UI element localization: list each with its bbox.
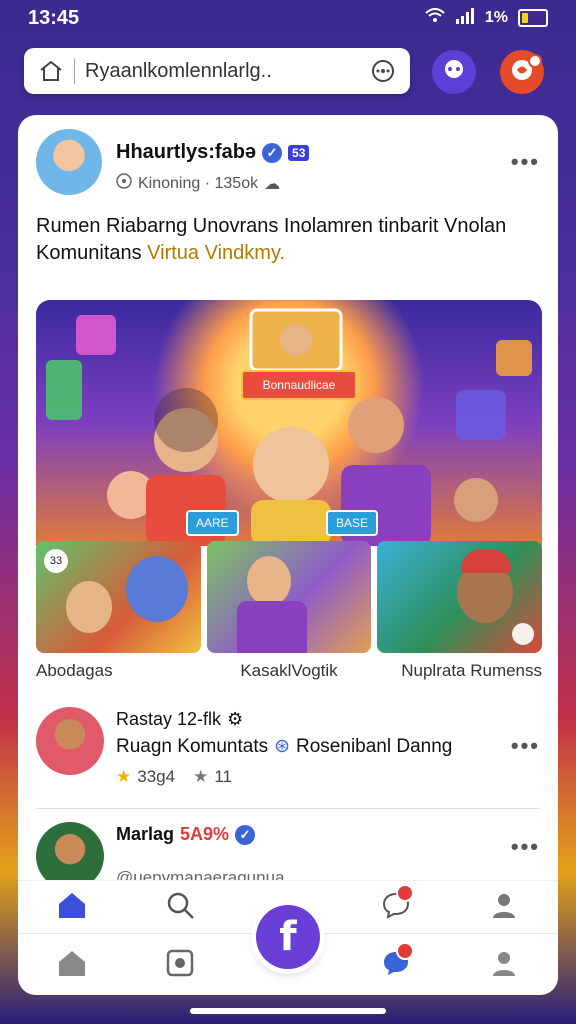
comment-author[interactable]: Marlag 5A9% ✓: [116, 824, 256, 845]
author-name[interactable]: Hhaurtlys:fabǝ ✓ 53: [116, 141, 310, 164]
nav-home[interactable]: [42, 890, 102, 925]
thumbnail[interactable]: [377, 541, 543, 653]
signal-icon: [455, 7, 475, 29]
hero-banner: Bonnaudlicae: [241, 370, 357, 400]
comment-body: Ruagn Komuntats: [116, 735, 269, 757]
post-text-highlight[interactable]: Virtua Vindkmy.: [147, 242, 285, 264]
nav-search[interactable]: [150, 890, 210, 925]
hero-image[interactable]: Bonnaudlicae AARE BASE: [36, 300, 542, 546]
home-icon: [56, 948, 88, 983]
mention-icon: ⊛: [274, 736, 291, 757]
comment-author-text: Rastay 12-flk: [116, 709, 222, 729]
thumbnail-row: 33: [36, 541, 543, 653]
comment-mention[interactable]: Rosenibanl Danng: [296, 736, 452, 758]
star-icon: ★: [116, 767, 132, 786]
star-outline-icon: ★: [193, 767, 209, 786]
clock: 13:45: [28, 6, 80, 29]
home-indicator[interactable]: [190, 1008, 386, 1014]
feed-card: Hhaurtlys:fabǝ ✓ 53 Kinoning · 135ok ☁ •…: [18, 115, 558, 995]
thumbnail[interactable]: [206, 541, 372, 653]
wifi-icon: [425, 7, 445, 29]
notifications-button[interactable]: [500, 50, 544, 94]
nav-video[interactable]: [150, 948, 210, 983]
author-tag: 53: [288, 144, 310, 161]
verified-icon: ✓: [262, 142, 283, 163]
share-count[interactable]: ★ 11: [193, 767, 232, 787]
thumbnail-caption[interactable]: KasaklVogtik: [205, 661, 374, 681]
thumbnail-caption[interactable]: Abodagas: [36, 661, 205, 681]
post-meta-text: Kinoning · 135ok: [138, 174, 259, 192]
post-meta: Kinoning · 135ok ☁: [116, 173, 280, 194]
hero-label-left: AARE: [186, 510, 239, 536]
search-bar[interactable]: Ryaanlkomlennlarlg..: [24, 48, 410, 94]
more-options-icon[interactable]: •••: [511, 733, 540, 759]
nav-profile[interactable]: [474, 890, 534, 925]
notification-badge: [528, 54, 542, 68]
profile-icon: [489, 890, 519, 925]
notification-badge: [396, 883, 414, 902]
divider: [74, 58, 75, 84]
author-name-text: Hhaurtlys:fabǝ: [116, 141, 257, 163]
thumbnail[interactable]: 33: [36, 541, 201, 653]
video-icon: [512, 623, 535, 645]
home-icon[interactable]: [38, 59, 64, 83]
thumbnail-captions: Abodagas KasaklVogtik Nuplrata Rumenss: [36, 661, 542, 681]
comment-author[interactable]: Rastay 12-flk ⚙: [116, 709, 243, 730]
avatar[interactable]: [36, 129, 102, 195]
battery-icon: [518, 9, 548, 27]
more-options-icon[interactable]: •••: [511, 834, 540, 860]
nav-comments[interactable]: [366, 883, 426, 925]
camera-icon[interactable]: [370, 58, 396, 84]
like-count[interactable]: ★ 33g4: [116, 767, 175, 787]
home-icon: [56, 890, 88, 925]
post-text: Rumen Riabarng Unovrans Inolamren tinbar…: [36, 213, 536, 267]
comment-stats: ★ 33g4 ★ 11: [116, 767, 232, 787]
status-icons: 1%: [425, 7, 548, 29]
search-input[interactable]: Ryaanlkomlennlarlg..: [85, 60, 360, 83]
comment-author-badge: 5A9%: [180, 824, 230, 844]
settings-icon: ⚙: [227, 709, 244, 729]
nav-messages[interactable]: [366, 941, 426, 983]
nav-account[interactable]: [474, 948, 534, 983]
post-header: Hhaurtlys:fabǝ ✓ 53 Kinoning · 135ok ☁ •…: [36, 129, 540, 199]
messenger-button[interactable]: [432, 50, 476, 94]
battery-label: 1%: [484, 9, 508, 26]
verified-icon: ✓: [235, 824, 256, 845]
thumbnail-badge: 33: [44, 549, 68, 573]
create-post-button[interactable]: f: [256, 905, 320, 969]
avatar[interactable]: [36, 707, 104, 775]
comment-text: Ruagn Komuntats ⊛ Rosenibanl Danng: [116, 735, 452, 758]
video-icon: [165, 948, 195, 983]
message-icon: [441, 57, 467, 88]
profile-icon: [489, 948, 519, 983]
status-bar: 13:45 1%: [0, 0, 576, 36]
facebook-icon: f: [279, 914, 297, 960]
comment-author-text: Marlag: [116, 824, 175, 844]
hero-label-right: BASE: [326, 510, 379, 536]
thumbnail-caption[interactable]: Nuplrata Rumenss: [373, 661, 542, 681]
notification-badge: [396, 941, 414, 960]
nav-home-secondary[interactable]: [42, 948, 102, 983]
cloud-icon: ☁: [264, 175, 281, 193]
comment-item: Rastay 12-flk ⚙ Ruagn Komuntats ⊛ Roseni…: [36, 705, 540, 795]
more-options-icon[interactable]: •••: [511, 149, 540, 175]
divider: [36, 808, 540, 809]
globe-icon: [116, 173, 132, 194]
search-icon: [165, 890, 195, 925]
